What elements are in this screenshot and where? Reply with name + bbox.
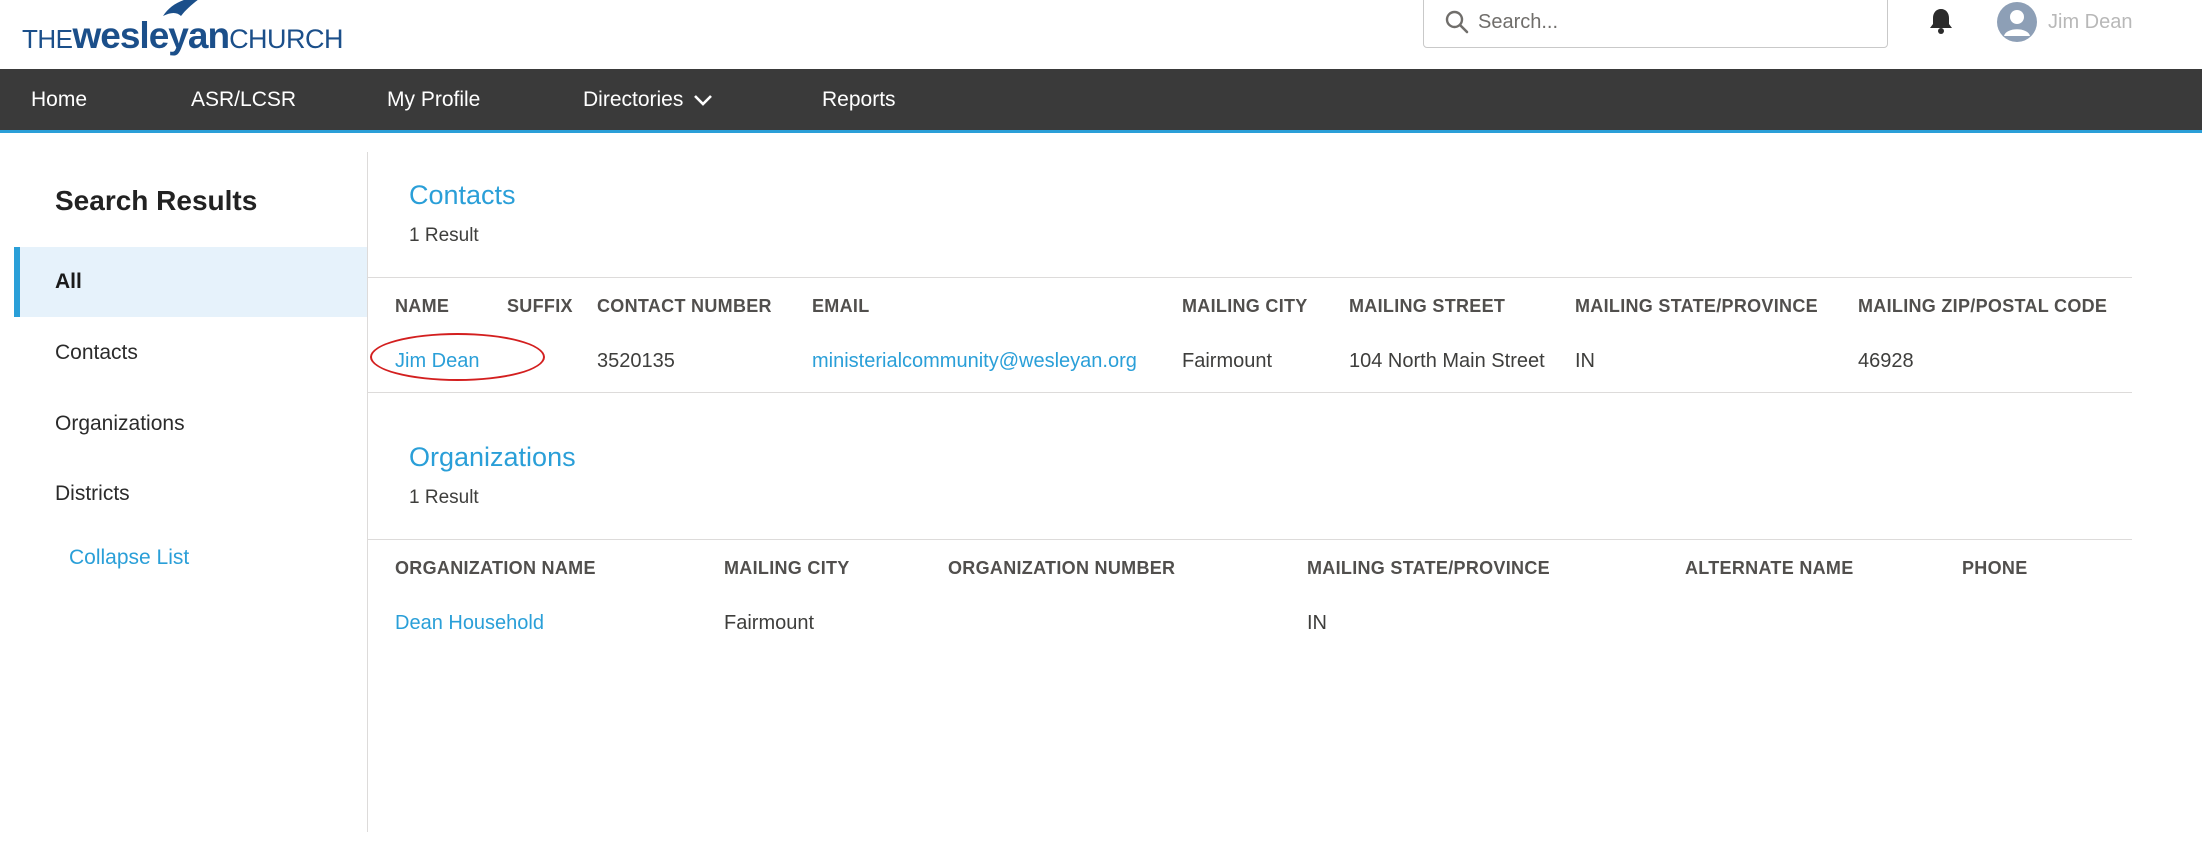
contacts-section-title: Contacts <box>409 180 516 210</box>
main-nav: Home ASR/LCSR My Profile Directories Rep… <box>0 69 2202 133</box>
org-col-alternate-name[interactable]: ALTERNATE NAME <box>1685 558 1854 579</box>
sidebar-item-contacts[interactable]: Contacts <box>14 318 367 388</box>
organizations-section-title: Organizations <box>409 442 576 472</box>
sidebar-item-all[interactable]: All <box>14 247 367 317</box>
search-icon <box>1445 10 1469 34</box>
contact-street: 104 North Main Street <box>1349 350 1545 372</box>
user-name[interactable]: Jim Dean <box>2048 11 2132 34</box>
contacts-col-mailing-state[interactable]: MAILING STATE/PROVINCE <box>1575 296 1818 317</box>
org-col-organization-name[interactable]: ORGANIZATION NAME <box>395 558 596 579</box>
contacts-col-contact-number[interactable]: CONTACT NUMBER <box>597 296 772 317</box>
organization-name-link[interactable]: Dean Household <box>395 612 544 635</box>
org-col-mailing-city[interactable]: MAILING CITY <box>724 558 850 579</box>
chevron-down-icon <box>694 95 713 107</box>
org-col-organization-number[interactable]: ORGANIZATION NUMBER <box>948 558 1175 579</box>
nav-item-my-profile[interactable]: My Profile <box>387 69 480 130</box>
sidebar-title: Search Results <box>55 185 258 216</box>
org-col-phone[interactable]: PHONE <box>1962 558 2028 579</box>
header: THEwesleyanCHURCH Jim Dean <box>0 0 2202 69</box>
org-col-mailing-state[interactable]: MAILING STATE/PROVINCE <box>1307 558 1550 579</box>
contacts-col-mailing-zip[interactable]: MAILING ZIP/POSTAL CODE <box>1858 296 2107 317</box>
sidebar-item-districts[interactable]: Districts <box>14 459 367 529</box>
contacts-col-email[interactable]: EMAIL <box>812 296 870 317</box>
sidebar-item-organizations[interactable]: Organizations <box>14 389 367 459</box>
contact-city: Fairmount <box>1182 350 1273 372</box>
contacts-bottom-divider <box>368 392 2132 393</box>
logo-text-wesleyan: wesleyan <box>72 15 231 56</box>
sidebar-divider <box>367 152 368 832</box>
notifications-bell-icon[interactable] <box>1926 6 1956 36</box>
organizations-top-divider <box>368 539 2132 540</box>
contacts-col-mailing-city[interactable]: MAILING CITY <box>1182 296 1308 317</box>
logo-text-church: CHURCH <box>229 24 344 54</box>
nav-item-reports[interactable]: Reports <box>822 69 896 130</box>
search-results-sidebar: Search Results All Contacts Organization… <box>14 150 367 830</box>
contact-name-link[interactable]: Jim Dean <box>395 350 479 373</box>
contact-zip: 46928 <box>1858 350 1914 372</box>
nav-item-directories-label: Directories <box>583 88 684 111</box>
logo-text-the: THE <box>22 24 73 54</box>
contact-email-link[interactable]: ministerialcommunity@wesleyan.org <box>812 350 1137 373</box>
organizations-result-count: 1 Result <box>409 487 479 508</box>
user-icon <box>2004 10 2030 36</box>
contact-state: IN <box>1575 350 1595 372</box>
contacts-col-name[interactable]: NAME <box>395 296 449 317</box>
organization-city: Fairmount <box>724 612 815 634</box>
contacts-col-mailing-street[interactable]: MAILING STREET <box>1349 296 1505 317</box>
contacts-col-suffix[interactable]: SUFFIX <box>507 296 573 317</box>
contacts-result-count: 1 Result <box>409 225 479 246</box>
nav-item-home[interactable]: Home <box>31 69 87 130</box>
collapse-list-link[interactable]: Collapse List <box>69 546 189 570</box>
nav-item-directories[interactable]: Directories <box>583 69 713 130</box>
contact-number: 3520135 <box>597 350 675 372</box>
global-search[interactable] <box>1423 0 1888 48</box>
contacts-top-divider <box>368 277 2132 278</box>
search-input[interactable] <box>1478 7 1868 37</box>
organization-state: IN <box>1307 612 1327 634</box>
nav-item-asr-lcsr[interactable]: ASR/LCSR <box>191 69 296 130</box>
user-avatar[interactable] <box>1997 2 2037 42</box>
